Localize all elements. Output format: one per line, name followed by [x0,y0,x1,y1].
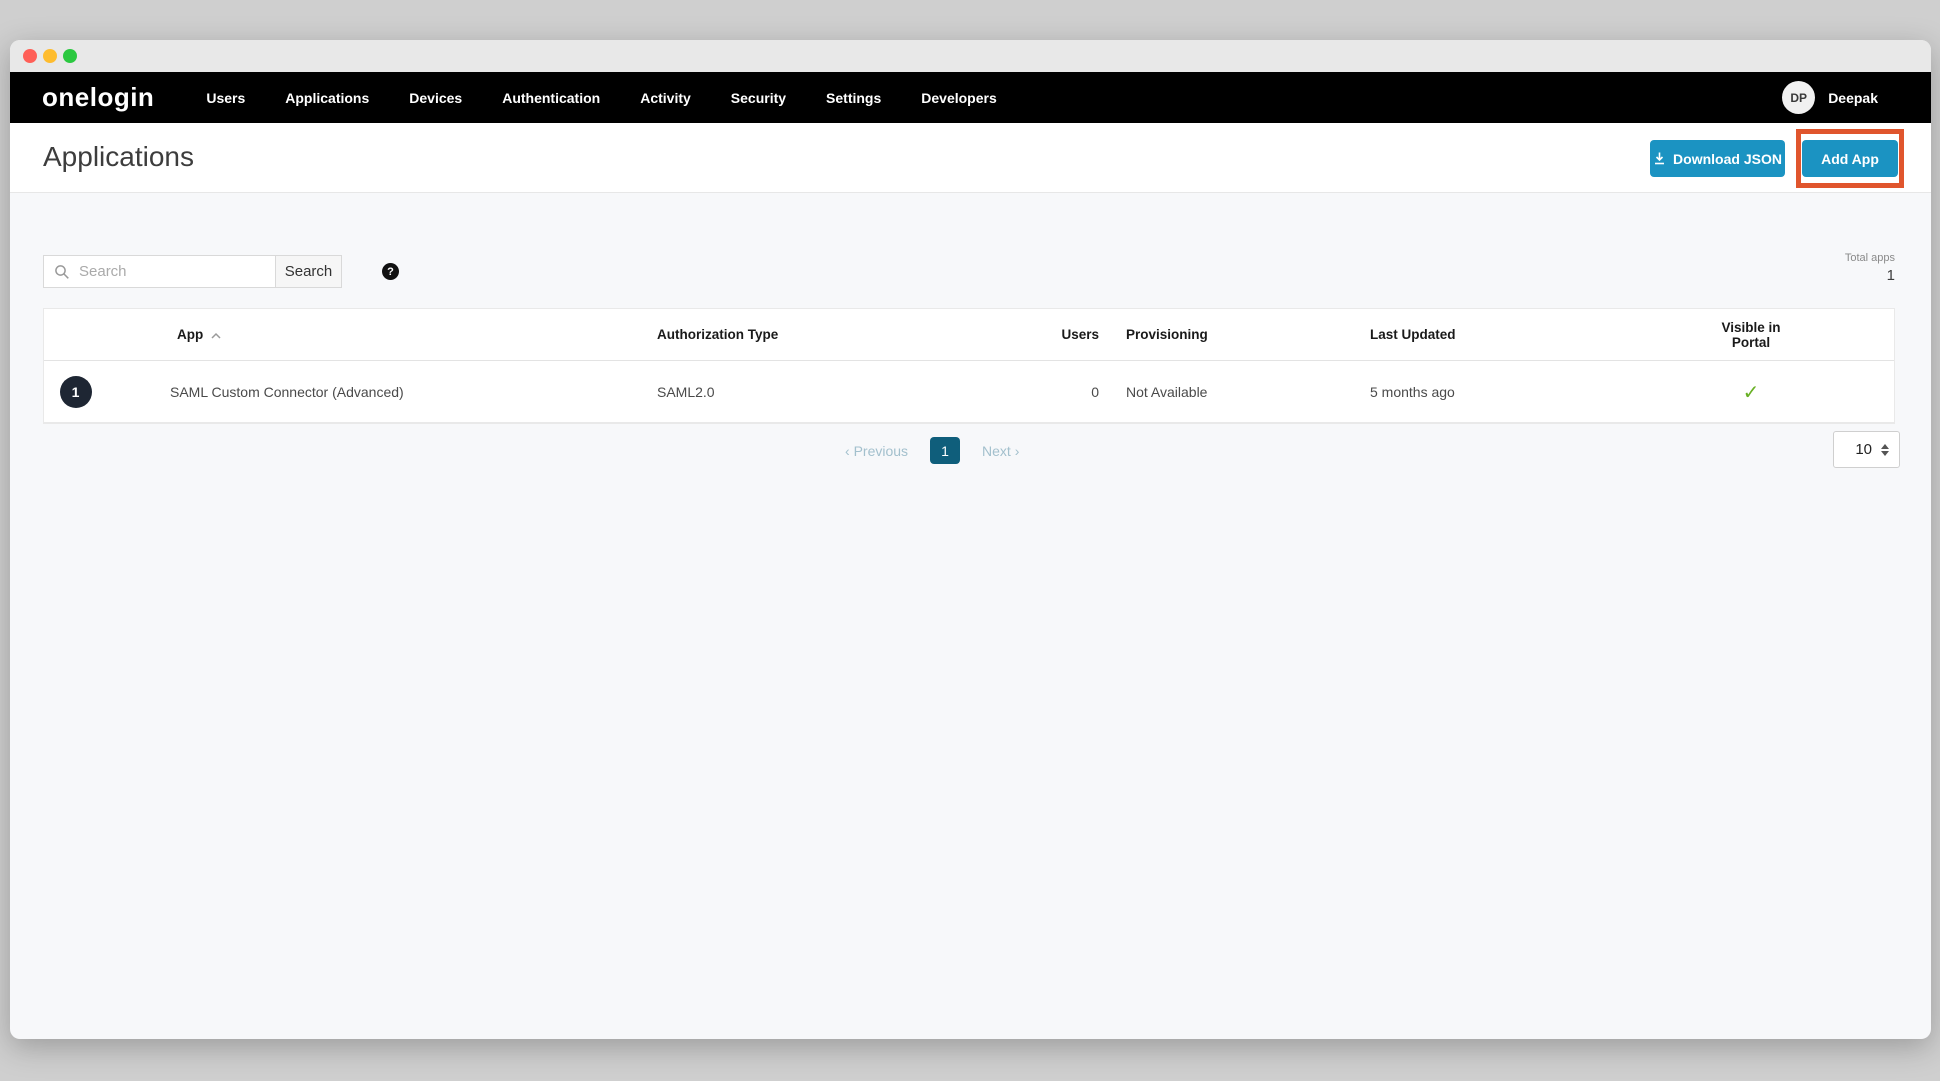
nav-item-developers[interactable]: Developers [921,90,996,106]
row-visible-in-portal: ✓ [1702,380,1894,404]
column-header-authorization-type[interactable]: Authorization Type [657,327,987,342]
onelogin-logo[interactable]: onelogin [42,82,154,113]
row-provisioning-status: Not Available [1099,384,1370,400]
column-header-last-updated[interactable]: Last Updated [1370,327,1702,342]
nav-item-security[interactable]: Security [731,90,786,106]
chevron-right-icon: › [1015,443,1020,459]
search-group: Search [43,255,342,288]
nav-item-applications[interactable]: Applications [285,90,369,106]
total-apps-label: Total apps [1695,252,1895,264]
search-icon [54,264,70,280]
column-header-visible-in-portal[interactable]: Visible in Portal [1702,320,1894,350]
download-json-label: Download JSON [1673,151,1782,167]
row-app-name[interactable]: SAML Custom Connector (Advanced) [107,384,657,400]
nav-item-users[interactable]: Users [206,90,245,106]
user-menu[interactable]: DP Deepak [1782,81,1878,114]
search-input[interactable] [79,263,259,280]
next-page-button[interactable]: Next › [982,443,1019,459]
app-window: onelogin Users Applications Devices Auth… [10,40,1931,1039]
pagination: ‹ Previous 1 Next › [845,437,1019,464]
total-apps-value: 1 [1695,267,1895,284]
column-header-app[interactable]: App [107,327,657,342]
previous-page-button[interactable]: ‹ Previous [845,443,908,459]
add-app-button[interactable]: Add App [1802,140,1898,177]
window-controls [23,49,77,63]
download-icon [1653,152,1666,165]
total-apps: Total apps 1 [1695,252,1895,284]
chevron-left-icon: ‹ [845,443,850,459]
row-authorization-type: SAML2.0 [657,384,987,400]
table-header-row: App Authorization Type Users Provisionin… [44,309,1894,361]
zoom-window-button[interactable] [63,49,77,63]
check-icon: ✓ [1743,380,1760,404]
help-icon[interactable]: ? [382,263,399,280]
window-titlebar [10,40,1931,72]
column-header-users[interactable]: Users [987,327,1099,342]
avatar[interactable]: DP [1782,81,1815,114]
search-button[interactable]: Search [275,255,342,288]
spinner-arrows-icon [1881,444,1889,456]
current-page-button[interactable]: 1 [930,437,960,464]
minimize-window-button[interactable] [43,49,57,63]
download-json-button[interactable]: Download JSON [1650,140,1785,177]
page-size-select[interactable]: 10 [1833,431,1900,468]
table-row[interactable]: 1 SAML Custom Connector (Advanced) SAML2… [44,361,1894,423]
nav-items: Users Applications Devices Authenticatio… [206,90,996,106]
page-size-value: 10 [1855,441,1872,458]
nav-item-activity[interactable]: Activity [640,90,691,106]
user-name: Deepak [1828,90,1878,106]
column-header-provisioning[interactable]: Provisioning [1099,327,1370,342]
page-header: Applications Download JSON Add App [10,123,1931,193]
row-last-updated: 5 months ago [1370,384,1702,400]
page-title: Applications [43,141,194,173]
row-users-count: 0 [987,384,1099,400]
close-window-button[interactable] [23,49,37,63]
row-index-badge: 1 [60,376,92,408]
search-box [43,255,275,288]
nav-item-authentication[interactable]: Authentication [502,90,600,106]
sort-ascending-icon [210,332,222,340]
top-navbar: onelogin Users Applications Devices Auth… [10,72,1931,123]
applications-table: App Authorization Type Users Provisionin… [43,308,1895,424]
nav-item-devices[interactable]: Devices [409,90,462,106]
add-app-highlight-box: Add App [1796,129,1904,188]
nav-item-settings[interactable]: Settings [826,90,881,106]
row-index-badge-cell: 1 [44,376,107,408]
